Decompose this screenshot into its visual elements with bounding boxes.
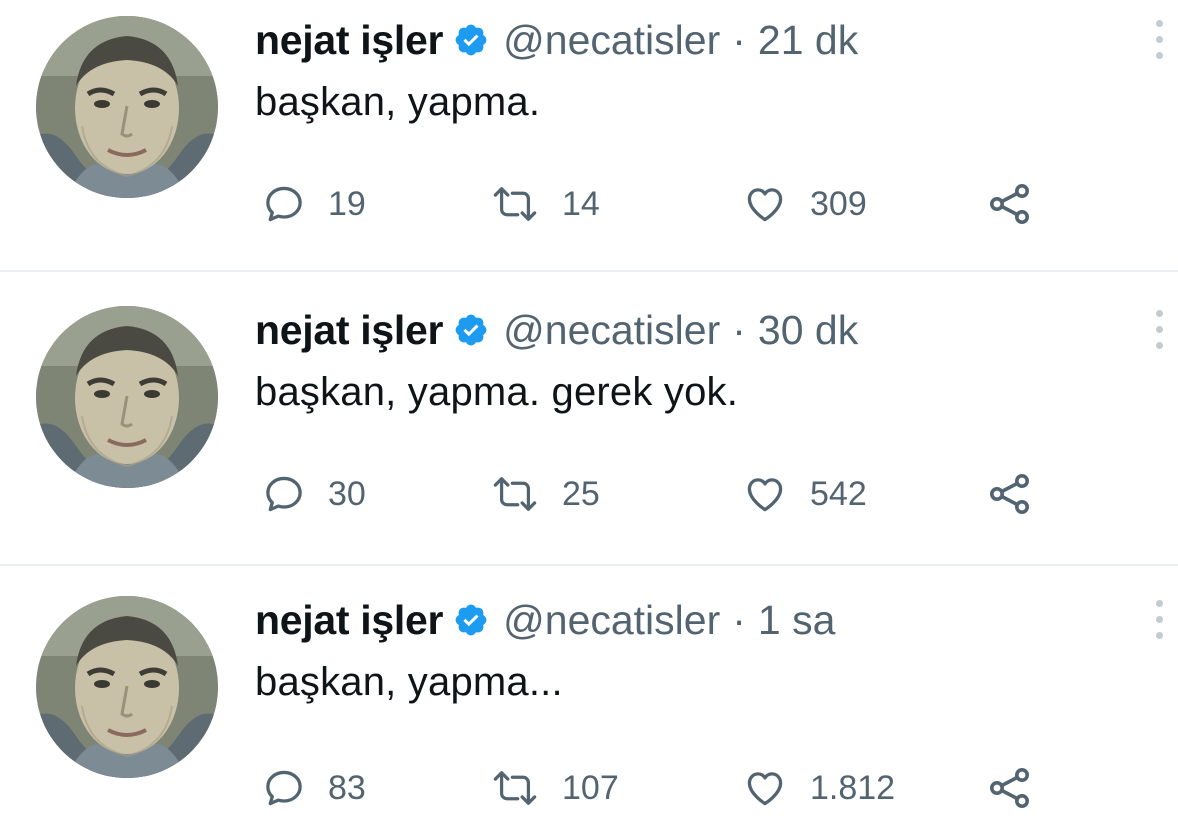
tweet-text: başkan, yapma. gerek yok.: [255, 370, 739, 414]
tweet-actions: 30 25 542: [262, 466, 1042, 522]
reply-button[interactable]: 30: [262, 466, 366, 522]
retweet-count: 14: [562, 184, 600, 223]
reply-count: 19: [328, 184, 366, 223]
retweet-button[interactable]: 25: [490, 466, 600, 522]
like-count: 309: [810, 184, 867, 223]
retweet-count: 107: [562, 768, 619, 807]
reply-count: 83: [328, 768, 366, 807]
like-button[interactable]: 309: [742, 176, 867, 232]
retweet-button[interactable]: 107: [490, 760, 619, 816]
verified-badge-icon: [453, 602, 489, 638]
retweet-count: 25: [562, 474, 600, 513]
heart-icon: [747, 188, 783, 222]
heart-icon: [747, 478, 783, 512]
heart-icon: [747, 772, 783, 806]
avatar[interactable]: [36, 306, 218, 488]
dot-separator: ·: [732, 16, 746, 63]
author-handle[interactable]: @necatisler: [503, 307, 720, 354]
like-button[interactable]: 1.812: [742, 760, 895, 816]
author-name[interactable]: nejat işler: [255, 307, 443, 354]
avatar[interactable]: [36, 596, 218, 778]
tweet-header: nejat işler @necatisler · 1 sa: [255, 592, 835, 648]
author-handle[interactable]: @necatisler: [503, 17, 720, 64]
share-nodes-icon: [990, 474, 1029, 514]
tweet-header: nejat işler @necatisler · 21 dk: [255, 12, 858, 68]
tweet-time[interactable]: 30 dk: [758, 307, 858, 354]
dot-separator: ·: [732, 306, 746, 353]
tweet-1[interactable]: nejat işler @necatisler · 21 dk başkan, …: [0, 0, 1178, 270]
share-button[interactable]: [986, 176, 1034, 232]
retweet-button[interactable]: 14: [490, 176, 600, 232]
tweet-time[interactable]: 21 dk: [758, 17, 858, 64]
author-name[interactable]: nejat işler: [255, 597, 443, 644]
more-vertical-dots-icon[interactable]: [1152, 20, 1166, 64]
reply-bubble-icon: [266, 770, 302, 806]
retweet-icon: [493, 477, 537, 511]
author-handle[interactable]: @necatisler: [503, 597, 720, 644]
tweet-divider: [0, 270, 1178, 272]
share-nodes-icon: [990, 768, 1029, 808]
tweet-2[interactable]: nejat işler @necatisler · 30 dk başkan, …: [0, 290, 1178, 560]
dot-separator: ·: [732, 596, 746, 643]
tweet-divider: [0, 564, 1178, 566]
share-button[interactable]: [986, 760, 1034, 816]
like-button[interactable]: 542: [742, 466, 867, 522]
reply-button[interactable]: 19: [262, 176, 366, 232]
verified-badge-icon: [453, 22, 489, 58]
reply-bubble-icon: [266, 186, 302, 222]
tweet-header: nejat işler @necatisler · 30 dk: [255, 302, 858, 358]
share-nodes-icon: [990, 184, 1029, 224]
tweet-actions: 83 107 1.812: [262, 760, 1042, 816]
verified-badge-icon: [453, 312, 489, 348]
reply-count: 30: [328, 474, 366, 513]
like-count: 542: [810, 474, 867, 513]
more-vertical-dots-icon[interactable]: [1152, 600, 1166, 644]
tweet-text: başkan, yapma...: [255, 660, 563, 704]
more-vertical-dots-icon[interactable]: [1152, 310, 1166, 354]
retweet-icon: [493, 771, 537, 805]
reply-bubble-icon: [266, 476, 302, 512]
tweet-text: başkan, yapma.: [255, 80, 541, 124]
author-name[interactable]: nejat işler: [255, 17, 443, 64]
tweet-time[interactable]: 1 sa: [758, 597, 836, 644]
retweet-icon: [493, 187, 537, 221]
like-count: 1.812: [810, 768, 896, 807]
avatar[interactable]: [36, 16, 218, 198]
tweet-actions: 19 14 309: [262, 176, 1042, 232]
share-button[interactable]: [986, 466, 1034, 522]
tweet-3[interactable]: nejat işler @necatisler · 1 sa başkan, y…: [0, 580, 1178, 830]
reply-button[interactable]: 83: [262, 760, 366, 816]
